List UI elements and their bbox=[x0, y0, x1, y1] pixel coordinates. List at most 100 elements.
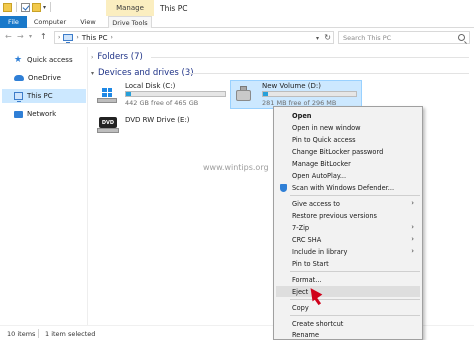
submenu-arrow-icon: › bbox=[411, 247, 414, 255]
item-count: 10 items bbox=[7, 330, 36, 338]
menu-item-open[interactable]: Open bbox=[276, 110, 420, 121]
menu-item-restore-previous-versions[interactable]: Restore previous versions bbox=[276, 210, 420, 221]
menu-item-crc-sha[interactable]: CRC SHA › bbox=[276, 234, 420, 245]
title-bar: ▾ Manage This PC bbox=[0, 0, 474, 16]
quick-access-toolbar: ▾ bbox=[3, 2, 53, 12]
sidebar-item-label: Quick access bbox=[27, 56, 73, 64]
menu-item-label: Give access to bbox=[292, 199, 340, 208]
watermark: www.wintips.org bbox=[203, 163, 269, 172]
search-box[interactable] bbox=[338, 31, 470, 44]
drive-usage-fill bbox=[263, 92, 268, 96]
navigation-bar: ← → ▾ ↑ › › This PC › ▾ ↻ bbox=[0, 29, 474, 46]
dvd-drive-icon: DVD bbox=[97, 117, 119, 134]
search-icon[interactable] bbox=[458, 34, 465, 41]
chevron-right-icon[interactable]: › bbox=[91, 54, 93, 61]
window-title: This PC bbox=[160, 4, 188, 13]
refresh-icon[interactable]: ↻ bbox=[324, 33, 331, 42]
group-title: Folders (7) bbox=[97, 52, 143, 62]
drive-usage-bar bbox=[262, 91, 357, 97]
sidebar-item-quick-access[interactable]: ★ Quick access bbox=[2, 53, 86, 67]
chevron-right-icon[interactable]: › bbox=[58, 34, 60, 41]
divider bbox=[290, 195, 420, 196]
drive-d[interactable]: New Volume (D:) 281 MB free of 296 MB bbox=[230, 80, 362, 109]
tab-view[interactable]: View bbox=[74, 16, 102, 28]
divider bbox=[151, 57, 469, 58]
drive-usage-bar bbox=[125, 91, 226, 97]
menu-item-label: 7-Zip bbox=[292, 223, 310, 232]
menu-item-pin-quick-access[interactable]: Pin to Quick access bbox=[276, 134, 420, 145]
menu-item-open-new-window[interactable]: Open in new window bbox=[276, 122, 420, 133]
divider bbox=[290, 299, 420, 300]
address-path[interactable]: This PC bbox=[82, 34, 108, 42]
folder-icon[interactable] bbox=[3, 2, 12, 12]
divider bbox=[16, 2, 17, 12]
menu-item-manage-bitlocker[interactable]: Manage BitLocker bbox=[276, 158, 420, 169]
computer-icon bbox=[63, 34, 74, 43]
dvd-label: DVD bbox=[99, 117, 117, 128]
menu-item-label: Scan with Windows Defender... bbox=[292, 183, 395, 192]
folders-group-header[interactable]: › Folders (7) bbox=[91, 52, 143, 62]
submenu-arrow-icon: › bbox=[411, 235, 414, 243]
drive-name: Local Disk (C:) bbox=[125, 82, 176, 90]
menu-item-label: Include in library bbox=[292, 247, 348, 256]
star-icon: ★ bbox=[14, 55, 23, 65]
chevron-right-icon[interactable]: › bbox=[76, 34, 78, 41]
sidebar-item-label: OneDrive bbox=[28, 74, 61, 82]
devices-group-header[interactable]: ▾ Devices and drives (3) bbox=[91, 68, 194, 78]
address-history-chevron-icon[interactable]: ▾ bbox=[316, 35, 319, 42]
search-input[interactable] bbox=[343, 33, 458, 42]
divider bbox=[290, 271, 420, 272]
context-menu: Open Open in new window Pin to Quick acc… bbox=[273, 106, 423, 340]
chevron-right-icon[interactable]: › bbox=[110, 34, 112, 41]
menu-item-copy[interactable]: Copy bbox=[276, 302, 420, 313]
drive-usage-fill bbox=[126, 92, 131, 96]
tab-drive-tools[interactable]: Drive Tools bbox=[108, 16, 152, 28]
new-folder-icon[interactable] bbox=[32, 2, 41, 12]
sidebar-item-this-pc[interactable]: This PC bbox=[2, 89, 86, 103]
up-arrow-icon[interactable]: ↑ bbox=[40, 32, 47, 41]
menu-item-eject[interactable]: Eject bbox=[276, 286, 420, 297]
menu-item-change-bitlocker-password[interactable]: Change BitLocker password bbox=[276, 146, 420, 157]
cloud-icon bbox=[14, 75, 24, 81]
submenu-arrow-icon: › bbox=[411, 199, 414, 207]
divider bbox=[50, 2, 52, 12]
menu-item-rename[interactable]: Rename bbox=[276, 329, 420, 340]
windows-defender-icon bbox=[280, 184, 287, 192]
ribbon-tabs: File Computer View Drive Tools bbox=[0, 16, 474, 28]
sidebar-item-network[interactable]: Network bbox=[2, 107, 86, 121]
menu-item-open-autoplay[interactable]: Open AutoPlay... bbox=[276, 170, 420, 181]
menu-item-pin-to-start[interactable]: Pin to Start bbox=[276, 258, 420, 269]
sidebar-item-label: Network bbox=[27, 110, 57, 118]
drive-free-space: 442 GB free of 465 GB bbox=[125, 99, 199, 107]
address-bar[interactable]: › › This PC › ▾ ↻ bbox=[54, 31, 334, 44]
drive-name: DVD RW Drive (E:) bbox=[125, 116, 190, 124]
chevron-down-icon[interactable]: ▾ bbox=[43, 4, 46, 11]
drive-e[interactable]: DVD DVD RW Drive (E:) bbox=[97, 115, 232, 137]
computer-icon bbox=[14, 92, 23, 102]
manage-contextual-tab[interactable]: Manage bbox=[106, 0, 154, 16]
tab-file[interactable]: File bbox=[0, 16, 27, 28]
menu-item-give-access[interactable]: Give access to › bbox=[276, 198, 420, 209]
back-arrow-icon[interactable]: ← bbox=[5, 32, 12, 41]
menu-item-format[interactable]: Format... bbox=[276, 274, 420, 285]
group-title: Devices and drives (3) bbox=[98, 68, 194, 78]
recent-locations-chevron-icon[interactable]: ▾ bbox=[29, 33, 32, 40]
divider bbox=[189, 73, 469, 74]
submenu-arrow-icon: › bbox=[411, 223, 414, 231]
divider bbox=[38, 329, 39, 338]
properties-icon[interactable] bbox=[21, 2, 30, 12]
menu-item-scan-defender[interactable]: Scan with Windows Defender... bbox=[276, 182, 420, 193]
forward-arrow-icon[interactable]: → bbox=[17, 32, 24, 41]
menu-item-include-in-library[interactable]: Include in library › bbox=[276, 246, 420, 257]
drive-name: New Volume (D:) bbox=[262, 82, 321, 90]
windows-drive-icon bbox=[97, 88, 117, 104]
drive-c[interactable]: Local Disk (C:) 442 GB free of 465 GB bbox=[97, 82, 232, 110]
menu-item-label: CRC SHA bbox=[292, 235, 322, 244]
sidebar-item-onedrive[interactable]: OneDrive bbox=[2, 71, 86, 85]
removable-drive-icon bbox=[234, 86, 254, 104]
tab-computer[interactable]: Computer bbox=[30, 16, 70, 28]
menu-item-create-shortcut[interactable]: Create shortcut bbox=[276, 318, 420, 329]
menu-item-7zip[interactable]: 7-Zip › bbox=[276, 222, 420, 233]
chevron-down-icon[interactable]: ▾ bbox=[91, 70, 94, 77]
selection-count: 1 item selected bbox=[45, 330, 96, 338]
